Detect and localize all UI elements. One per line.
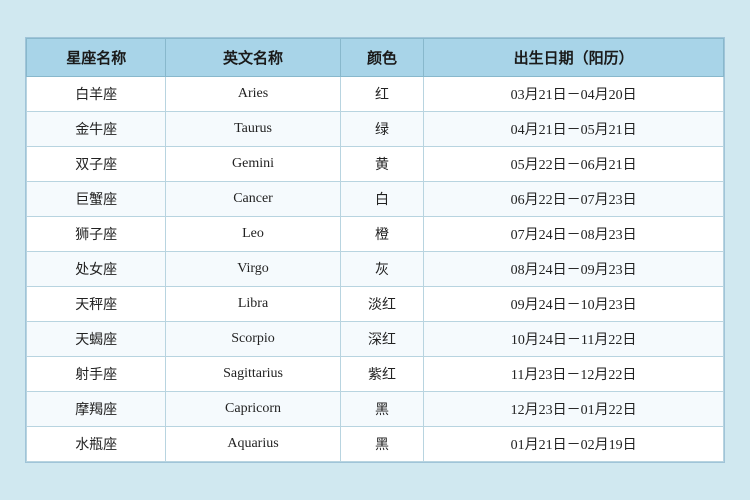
table-header-row: 星座名称 英文名称 颜色 出生日期（阳历） — [27, 39, 724, 77]
cell-color: 白 — [340, 182, 424, 217]
cell-english: Cancer — [166, 182, 340, 217]
cell-date: 01月21日－02月19日 — [424, 427, 724, 462]
cell-chinese: 摩羯座 — [27, 392, 166, 427]
cell-date: 06月22日－07月23日 — [424, 182, 724, 217]
table-row: 天秤座Libra淡红09月24日－10月23日 — [27, 287, 724, 322]
cell-chinese: 金牛座 — [27, 112, 166, 147]
cell-chinese: 天秤座 — [27, 287, 166, 322]
zodiac-table-container: 星座名称 英文名称 颜色 出生日期（阳历） 白羊座Aries红03月21日－04… — [25, 37, 725, 463]
cell-date: 05月22日－06月21日 — [424, 147, 724, 182]
cell-color: 绿 — [340, 112, 424, 147]
cell-chinese: 处女座 — [27, 252, 166, 287]
cell-chinese: 双子座 — [27, 147, 166, 182]
cell-date: 08月24日－09月23日 — [424, 252, 724, 287]
header-date: 出生日期（阳历） — [424, 39, 724, 77]
cell-english: Taurus — [166, 112, 340, 147]
table-row: 白羊座Aries红03月21日－04月20日 — [27, 77, 724, 112]
cell-color: 淡红 — [340, 287, 424, 322]
cell-chinese: 水瓶座 — [27, 427, 166, 462]
cell-date: 10月24日－11月22日 — [424, 322, 724, 357]
cell-color: 黑 — [340, 392, 424, 427]
cell-english: Virgo — [166, 252, 340, 287]
cell-english: Gemini — [166, 147, 340, 182]
cell-english: Sagittarius — [166, 357, 340, 392]
cell-english: Aquarius — [166, 427, 340, 462]
zodiac-table: 星座名称 英文名称 颜色 出生日期（阳历） 白羊座Aries红03月21日－04… — [26, 38, 724, 462]
table-row: 狮子座Leo橙07月24日－08月23日 — [27, 217, 724, 252]
header-color: 颜色 — [340, 39, 424, 77]
cell-english: Libra — [166, 287, 340, 322]
cell-date: 03月21日－04月20日 — [424, 77, 724, 112]
header-chinese: 星座名称 — [27, 39, 166, 77]
cell-chinese: 射手座 — [27, 357, 166, 392]
cell-chinese: 巨蟹座 — [27, 182, 166, 217]
cell-chinese: 白羊座 — [27, 77, 166, 112]
table-row: 双子座Gemini黄05月22日－06月21日 — [27, 147, 724, 182]
cell-color: 紫红 — [340, 357, 424, 392]
cell-chinese: 天蝎座 — [27, 322, 166, 357]
table-row: 巨蟹座Cancer白06月22日－07月23日 — [27, 182, 724, 217]
header-english: 英文名称 — [166, 39, 340, 77]
cell-date: 04月21日－05月21日 — [424, 112, 724, 147]
table-row: 摩羯座Capricorn黑12月23日－01月22日 — [27, 392, 724, 427]
cell-date: 07月24日－08月23日 — [424, 217, 724, 252]
cell-english: Aries — [166, 77, 340, 112]
cell-english: Scorpio — [166, 322, 340, 357]
cell-date: 09月24日－10月23日 — [424, 287, 724, 322]
cell-color: 红 — [340, 77, 424, 112]
table-row: 处女座Virgo灰08月24日－09月23日 — [27, 252, 724, 287]
cell-color: 黄 — [340, 147, 424, 182]
cell-date: 11月23日－12月22日 — [424, 357, 724, 392]
cell-english: Leo — [166, 217, 340, 252]
cell-color: 灰 — [340, 252, 424, 287]
cell-date: 12月23日－01月22日 — [424, 392, 724, 427]
table-row: 天蝎座Scorpio深红10月24日－11月22日 — [27, 322, 724, 357]
table-row: 金牛座Taurus绿04月21日－05月21日 — [27, 112, 724, 147]
cell-color: 黑 — [340, 427, 424, 462]
cell-english: Capricorn — [166, 392, 340, 427]
cell-color: 橙 — [340, 217, 424, 252]
cell-color: 深红 — [340, 322, 424, 357]
table-row: 水瓶座Aquarius黑01月21日－02月19日 — [27, 427, 724, 462]
table-row: 射手座Sagittarius紫红11月23日－12月22日 — [27, 357, 724, 392]
cell-chinese: 狮子座 — [27, 217, 166, 252]
